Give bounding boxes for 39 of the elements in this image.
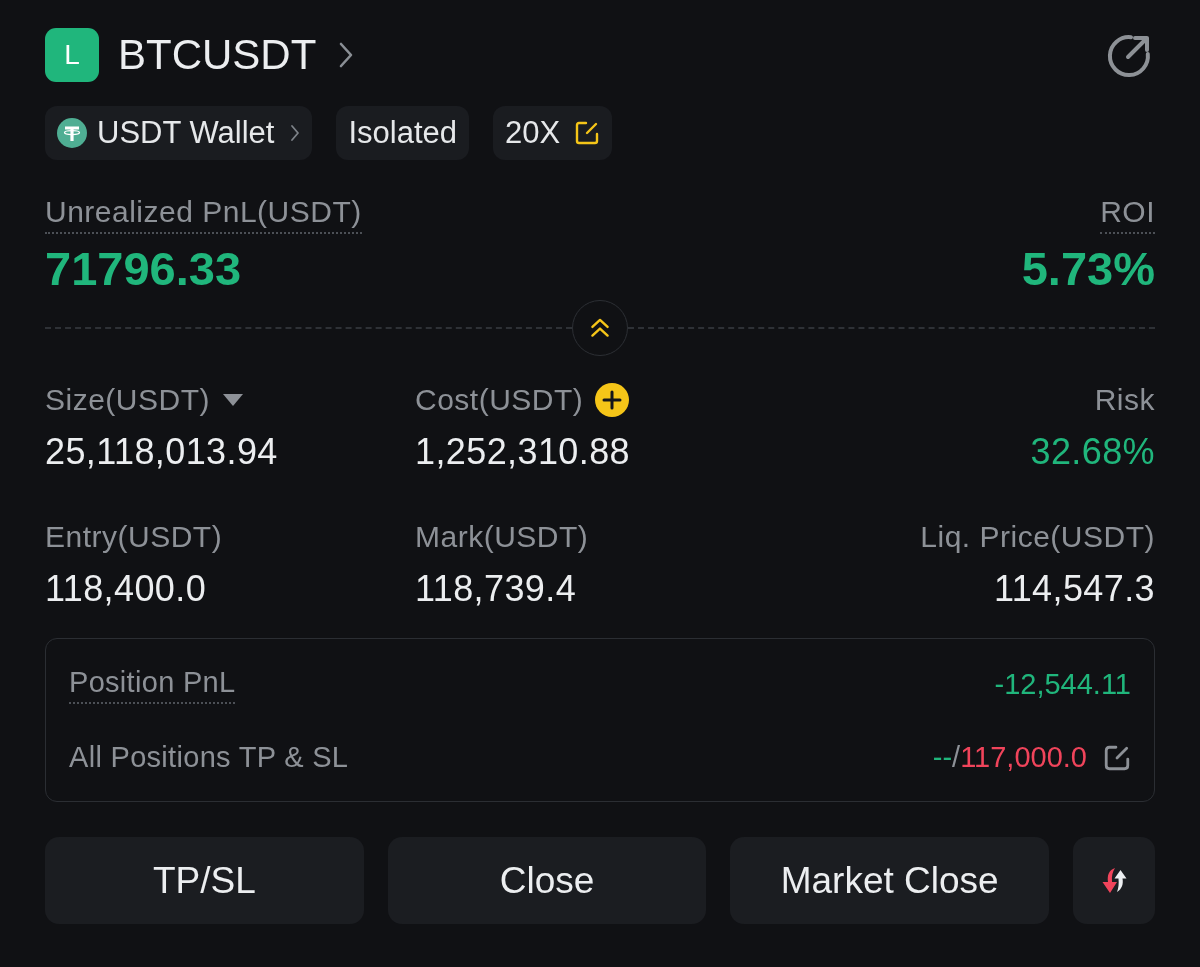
- stat-label: Risk: [1094, 382, 1155, 419]
- stat-label: Entry(USDT): [45, 519, 223, 556]
- stat-value: 118,400.0: [45, 567, 207, 611]
- unrealized-pnl-value: 71796.33: [45, 242, 242, 297]
- close-button[interactable]: Close: [387, 837, 707, 924]
- caret-down-icon[interactable]: [222, 393, 244, 408]
- edit-icon[interactable]: [1103, 743, 1131, 772]
- unrealized-pnl-label: Unrealized PnL(USDT): [45, 194, 362, 234]
- stat-value: 32.68%: [1030, 430, 1155, 474]
- stat-label: Size(USDT): [45, 382, 210, 419]
- edit-icon: [574, 120, 601, 146]
- margin-mode-button[interactable]: Isolated: [336, 106, 469, 160]
- leverage-button[interactable]: 20X: [493, 106, 613, 160]
- share-icon[interactable]: [1105, 32, 1151, 78]
- chevron-right-icon: [290, 124, 301, 142]
- plus-circle-icon[interactable]: [595, 383, 630, 418]
- market-close-button[interactable]: Market Close: [730, 837, 1049, 924]
- take-profit-value: --: [932, 740, 953, 775]
- side-badge: L: [45, 28, 99, 82]
- stop-loss-value: 117,000.0: [960, 740, 1087, 775]
- position-pnl-label: Position PnL: [69, 665, 236, 705]
- separator-text: /: [952, 740, 961, 775]
- stat-value: 118,739.4: [415, 567, 577, 611]
- stat-value: 1,252,310.88: [415, 430, 630, 474]
- roi-value: 5.73%: [1021, 242, 1155, 297]
- stat-label: Mark(USDT): [415, 519, 589, 556]
- reverse-position-button[interactable]: [1073, 837, 1155, 924]
- stat-label: Liq. Price(USDT): [920, 519, 1155, 556]
- roi-label: ROI: [1100, 194, 1155, 234]
- tether-icon: [57, 118, 87, 148]
- stat-value: 114,547.3: [993, 567, 1155, 611]
- symbol-title[interactable]: BTCUSDT: [118, 31, 317, 79]
- position-pnl-value: -12,544.11: [994, 667, 1131, 703]
- tp-sl-button[interactable]: TP/SL: [45, 837, 364, 924]
- chevron-right-icon[interactable]: [338, 41, 355, 69]
- tp-sl-label: All Positions TP & SL: [69, 740, 349, 775]
- stat-value: 25,118,013.94: [45, 430, 278, 474]
- wallet-button[interactable]: USDT Wallet: [45, 106, 313, 160]
- stat-label: Cost(USDT): [415, 382, 584, 419]
